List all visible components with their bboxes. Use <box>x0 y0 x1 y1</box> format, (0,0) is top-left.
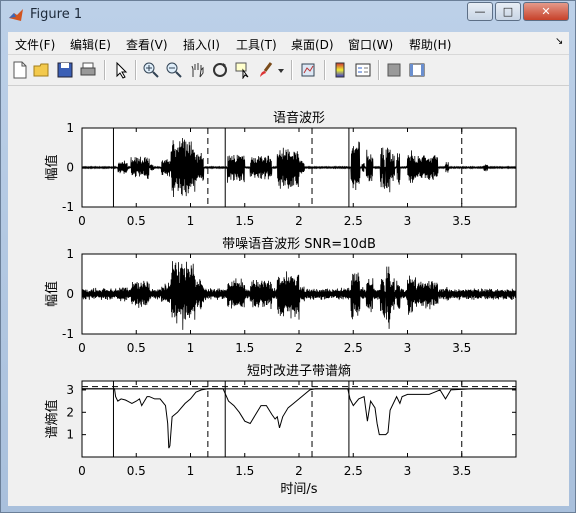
x-tick-label: 1 <box>187 464 195 478</box>
minimize-button[interactable]: — <box>467 2 493 21</box>
pointer-icon[interactable] <box>112 61 130 79</box>
x-tick-label: 2 <box>295 341 303 355</box>
x-tick-label: 1.5 <box>235 464 254 478</box>
new-figure-icon[interactable] <box>11 61 29 79</box>
link-plot-icon[interactable] <box>299 61 317 79</box>
y-axis-label: 幅值 <box>44 154 60 180</box>
print-icon[interactable] <box>79 61 97 79</box>
axes-title: 短时改进子带谱熵 <box>247 363 351 379</box>
x-tick-label: 0.5 <box>127 464 146 478</box>
close-button[interactable]: ✕ <box>523 2 569 21</box>
x-tick-label: 2 <box>295 214 303 228</box>
maximize-button[interactable]: □ <box>495 2 521 21</box>
x-tick-label: 3 <box>404 341 412 355</box>
menu-window[interactable]: 窗口(W) <box>348 36 393 53</box>
x-tick-label: 2.5 <box>344 341 363 355</box>
toolbar-separator <box>324 60 326 80</box>
y-axis-label: 幅值 <box>44 281 60 307</box>
x-axis-label: 时间/s <box>280 482 317 497</box>
y-tick-label: 1 <box>66 247 74 261</box>
y-tick-label: -1 <box>62 200 74 214</box>
y-axis-label: 谱熵值 <box>44 399 60 438</box>
axes-background <box>82 381 516 457</box>
x-tick-label: 3.5 <box>452 214 471 228</box>
y-tick-label: 1 <box>66 121 74 135</box>
menu-tools[interactable]: 工具(T) <box>236 36 277 53</box>
x-tick-label: 1 <box>187 341 195 355</box>
axes-title: 语音波形 <box>273 110 325 126</box>
axes-title: 带噪语音波形 SNR=10dB <box>222 236 376 252</box>
y-tick-label: 3 <box>66 383 74 397</box>
colorbar-icon[interactable] <box>331 61 349 79</box>
x-tick-label: 2.5 <box>344 464 363 478</box>
plot-canvas: 0 0.5 1 1.5 2 2.5 3 3.5 1 0 -1 语音波形幅值 0 0.5 1 1.5 2 2.5 3 3… <box>44 110 517 497</box>
x-tick-label: 0 <box>78 214 86 228</box>
x-tick-label: 3.5 <box>452 464 471 478</box>
toolbar-separator <box>291 60 293 80</box>
menu-help[interactable]: 帮助(H) <box>409 36 451 53</box>
x-tick-label: 2.5 <box>344 214 363 228</box>
x-tick-label: 3 <box>404 464 412 478</box>
figure-toolbar <box>8 55 569 86</box>
menu-file[interactable]: 文件(F) <box>15 36 55 53</box>
open-file-icon[interactable] <box>33 61 51 79</box>
menu-edit[interactable]: 编辑(E) <box>70 36 111 53</box>
menu-bar: 文件(F) 编辑(E) 查看(V) 插入(I) 工具(T) 桌面(D) 窗口(W… <box>8 32 569 55</box>
legend-icon[interactable] <box>354 61 372 79</box>
toolbar-separator <box>378 60 380 80</box>
toolbar-separator <box>104 60 106 80</box>
menu-view[interactable]: 查看(V) <box>126 36 168 53</box>
dock-arrow-icon[interactable]: ↘ <box>555 36 563 47</box>
save-icon[interactable] <box>56 61 74 79</box>
brush-icon[interactable] <box>257 61 275 79</box>
x-tick-label: 2 <box>295 464 303 478</box>
menu-desktop[interactable]: 桌面(D) <box>291 36 334 53</box>
zoom-out-icon[interactable] <box>165 61 183 79</box>
hide-plot-tools-icon[interactable] <box>385 61 403 79</box>
data-cursor-icon[interactable] <box>234 61 252 79</box>
toolbar-separator <box>135 60 137 80</box>
x-tick-label: 1.5 <box>235 214 254 228</box>
x-tick-label: 0.5 <box>127 341 146 355</box>
rotate-3d-icon[interactable] <box>211 61 229 79</box>
y-tick-label: 2 <box>66 405 74 419</box>
y-tick-label: -1 <box>62 327 74 341</box>
pan-icon[interactable] <box>188 61 206 79</box>
x-tick-label: 3 <box>404 214 412 228</box>
window-title: Figure 1 <box>30 7 83 22</box>
figure-window: Figure 1 — □ ✕ 文件(F) 编辑(E) 查看(V) 插入(I) 工… <box>0 0 576 513</box>
x-tick-label: 0.5 <box>127 214 146 228</box>
show-plot-tools-icon[interactable] <box>408 61 426 79</box>
x-tick-label: 1 <box>187 214 195 228</box>
y-tick-label: 0 <box>66 161 74 175</box>
y-tick-label: 0 <box>66 287 74 301</box>
zoom-in-icon[interactable] <box>142 61 160 79</box>
menu-insert[interactable]: 插入(I) <box>183 36 220 53</box>
y-tick-label: 1 <box>66 428 74 442</box>
x-tick-label: 1.5 <box>235 341 254 355</box>
x-tick-label: 0 <box>78 464 86 478</box>
x-tick-label: 0 <box>78 341 86 355</box>
title-bar[interactable]: Figure 1 — □ ✕ <box>1 1 575 29</box>
brush-dropdown-icon[interactable] <box>276 61 286 79</box>
matlab-logo-icon <box>9 9 23 21</box>
x-tick-label: 3.5 <box>452 341 471 355</box>
figure-canvas: 0 0.5 1 1.5 2 2.5 3 3.5 1 0 -1 语音波形幅值 0 0.5 1 1.5 2 2.5 3 3… <box>8 86 569 506</box>
